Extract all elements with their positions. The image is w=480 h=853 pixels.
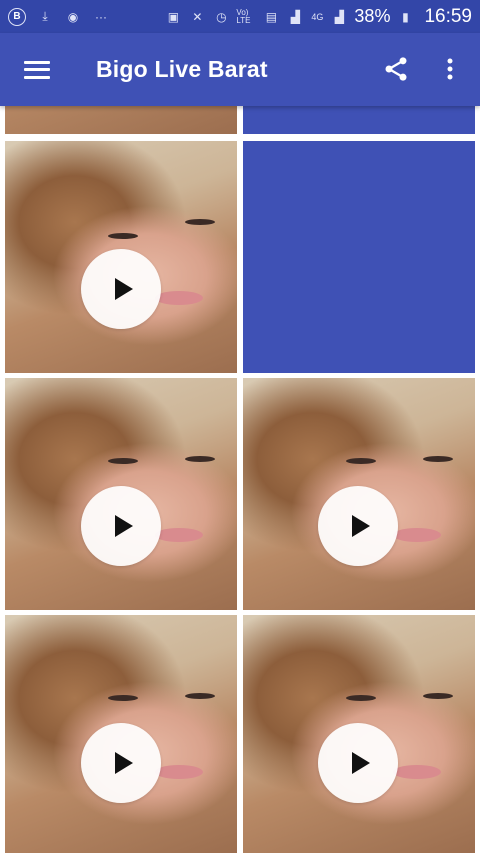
status-right-icons: ▣ ✕ ◷ Vo) LTE ▤ ▟ 4G ▟ 38% ▮ 16:59 xyxy=(164,6,472,28)
play-button[interactable] xyxy=(81,486,161,566)
mute-icon: ✕ xyxy=(192,9,203,24)
play-button[interactable] xyxy=(81,249,161,329)
play-icon xyxy=(114,515,133,537)
hotspot-icon: ◉ xyxy=(67,9,79,24)
b-badge-icon: B xyxy=(8,7,26,26)
alarm-icon: ◷ xyxy=(216,9,227,24)
more-dots-icon: ··· xyxy=(95,9,107,24)
placeholder-tile xyxy=(243,141,475,373)
more-vert-icon xyxy=(447,58,453,80)
video-thumbnail-image xyxy=(5,106,237,134)
video-thumbnail[interactable] xyxy=(5,141,237,373)
signal-icon-1: ▟ xyxy=(290,9,301,24)
clock: 16:59 xyxy=(424,5,472,27)
play-button[interactable] xyxy=(318,486,398,566)
download-icon: ⤓ xyxy=(42,9,48,23)
play-icon xyxy=(351,752,370,774)
status-left-icons: B ⤓ ◉ ··· xyxy=(8,7,110,26)
battery-icon: ▮ xyxy=(402,9,409,24)
video-thumbnail-image xyxy=(5,141,237,373)
overflow-menu-button[interactable] xyxy=(428,45,472,93)
video-thumbnail-image xyxy=(5,378,237,610)
play-button[interactable] xyxy=(318,723,398,803)
menu-button[interactable] xyxy=(0,33,74,106)
video-thumbnail[interactable] xyxy=(243,615,475,853)
video-thumbnail-image xyxy=(243,615,475,853)
status-bar: B ⤓ ◉ ··· ▣ ✕ ◷ Vo) LTE ▤ ▟ 4G ▟ 38% ▮ 1… xyxy=(0,0,480,33)
hamburger-menu-icon xyxy=(24,60,50,79)
placeholder-tile xyxy=(243,106,475,134)
page-title: Bigo Live Barat xyxy=(96,56,268,82)
play-icon xyxy=(114,752,133,774)
network-type: 4G xyxy=(311,11,324,22)
video-thumbnail[interactable] xyxy=(5,378,237,610)
share-button[interactable] xyxy=(372,45,420,93)
play-button[interactable] xyxy=(81,723,161,803)
play-icon xyxy=(114,278,133,300)
video-thumbnail-image xyxy=(5,615,237,853)
app-bar: Bigo Live Barat xyxy=(0,33,480,106)
play-icon xyxy=(351,515,370,537)
video-thumbnail[interactable] xyxy=(5,106,237,134)
lock-icon: ▣ xyxy=(167,9,180,24)
volte-indicator: Vo) LTE xyxy=(236,7,251,25)
signal-icon-2: ▟ xyxy=(334,9,345,24)
battery-percent: 38% xyxy=(354,6,391,26)
nfc-icon: ▤ xyxy=(265,9,278,24)
share-icon xyxy=(385,57,407,81)
video-thumbnail-image xyxy=(243,378,475,610)
video-thumbnail[interactable] xyxy=(243,378,475,610)
video-grid xyxy=(0,106,480,853)
video-thumbnail[interactable] xyxy=(5,615,237,853)
